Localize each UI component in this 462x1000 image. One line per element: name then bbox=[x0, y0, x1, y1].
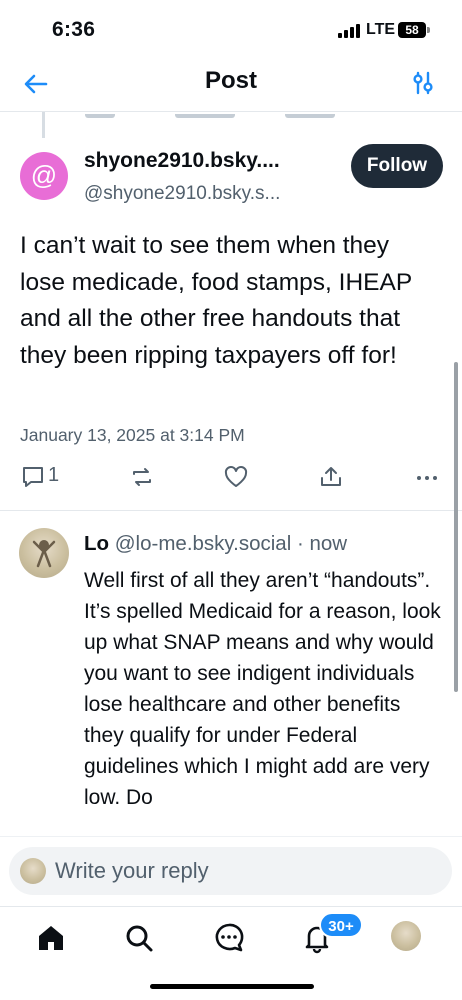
thread-line bbox=[42, 112, 45, 138]
share-icon[interactable] bbox=[318, 464, 344, 492]
reply-icon[interactable] bbox=[20, 464, 46, 492]
scrollbar[interactable] bbox=[454, 362, 458, 692]
battery-icon: 58 bbox=[398, 22, 426, 38]
reply-separator: · bbox=[296, 532, 304, 555]
status-bar: 6:36 LTE 58 bbox=[0, 0, 462, 62]
reply-display-name[interactable]: Lo bbox=[84, 532, 109, 555]
chat-icon[interactable] bbox=[212, 921, 246, 955]
sliders-icon[interactable] bbox=[410, 70, 436, 96]
post-actions bbox=[0, 460, 462, 496]
author-display-name[interactable]: shyone2910.bsky.... bbox=[84, 149, 344, 173]
post-timestamp: January 13, 2025 at 3:14 PM bbox=[20, 425, 245, 445]
post-text: I can’t wait to see them when they lose … bbox=[20, 232, 412, 369]
reply-avatar[interactable] bbox=[19, 528, 69, 578]
home-icon[interactable] bbox=[34, 921, 68, 955]
reply-count: 1 bbox=[48, 464, 60, 486]
status-time: 6:36 bbox=[52, 18, 96, 41]
heart-icon[interactable] bbox=[223, 464, 249, 492]
reply-header: Lo @lo-me.bsky.social · now bbox=[84, 532, 454, 556]
repost-icon[interactable] bbox=[129, 464, 155, 492]
profile-avatar[interactable] bbox=[391, 921, 421, 951]
reply-handle[interactable]: @lo-me.bsky.social bbox=[115, 532, 292, 555]
network-label: LTE bbox=[366, 21, 396, 38]
page-title: Post bbox=[204, 67, 257, 94]
notification-badge: 30+ bbox=[319, 912, 363, 938]
search-icon[interactable] bbox=[122, 921, 156, 955]
header: Post bbox=[0, 62, 462, 112]
composer-avatar bbox=[20, 858, 46, 884]
parent-post-stats-clipped bbox=[85, 108, 345, 118]
home-indicator bbox=[150, 984, 314, 989]
divider bbox=[0, 510, 462, 511]
reply-placeholder[interactable]: Write your reply bbox=[55, 858, 209, 884]
author-handle[interactable]: @shyone2910.bsky.s... bbox=[84, 183, 344, 205]
battery-cap bbox=[427, 27, 430, 33]
more-icon[interactable] bbox=[414, 464, 440, 492]
signal-icon bbox=[338, 24, 360, 38]
reply-time: now bbox=[309, 532, 348, 555]
author-avatar[interactable]: @ bbox=[20, 152, 68, 200]
reply-text: Well first of all they aren’t “handouts”… bbox=[84, 569, 441, 809]
follow-button[interactable]: Follow bbox=[351, 144, 443, 188]
